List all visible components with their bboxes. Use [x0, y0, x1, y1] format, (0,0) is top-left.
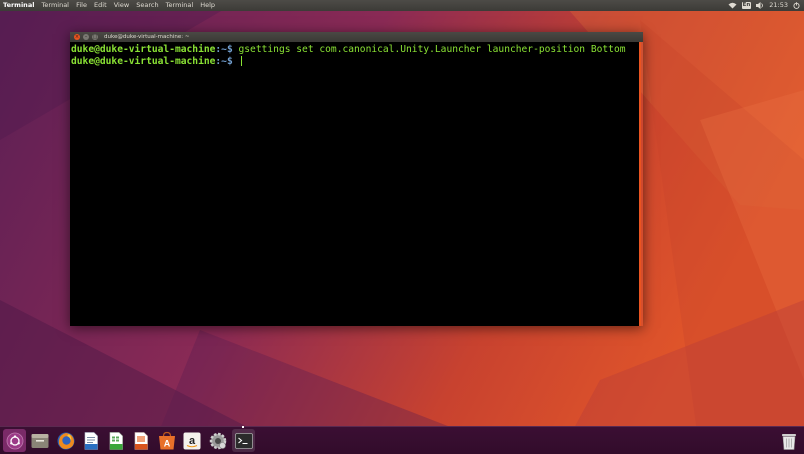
maximize-button[interactable]: □ — [92, 34, 98, 40]
menu-view[interactable]: View — [114, 1, 129, 9]
prompt-user-host: duke@duke-virtual-machine — [71, 56, 216, 67]
libreoffice-writer-icon — [84, 431, 98, 450]
keyboard-layout-indicator[interactable]: En — [741, 2, 752, 9]
menu-search[interactable]: Search — [136, 1, 158, 9]
maximize-icon: □ — [92, 34, 98, 40]
firefox-launcher[interactable] — [54, 429, 77, 452]
top-panel: Terminal Terminal File Edit View Search … — [0, 0, 804, 11]
terminal-line: duke@duke-virtual-machine:~$ gsettings s… — [71, 44, 639, 56]
settings-launcher[interactable] — [206, 429, 229, 452]
command-text — [233, 56, 239, 67]
firefox-icon — [57, 432, 74, 449]
terminal-icon — [234, 432, 253, 449]
menu-file[interactable]: File — [76, 1, 87, 9]
wifi-icon[interactable] — [728, 2, 737, 9]
terminal-window[interactable]: × – □ duke@duke-virtual-machine: ~ duke@… — [70, 32, 643, 326]
libreoffice-calc-icon — [109, 431, 123, 450]
dash-home-icon — [6, 432, 23, 449]
prompt-path: :~$ — [215, 44, 233, 55]
terminal-output[interactable]: duke@duke-virtual-machine:~$ gsettings s… — [70, 42, 641, 326]
launcher-bar: A a — [0, 426, 804, 454]
command-text: gsettings set com.canonical.Unity.Launch… — [232, 44, 626, 55]
text-cursor — [240, 56, 242, 66]
close-icon: × — [74, 34, 80, 40]
minimize-button[interactable]: – — [83, 34, 89, 40]
volume-icon[interactable] — [756, 2, 764, 9]
prompt-user-host: duke@duke-virtual-machine — [71, 44, 216, 55]
libreoffice-impress-icon — [134, 431, 148, 450]
menu-bar: Terminal Terminal File Edit View Search … — [3, 0, 220, 11]
writer-launcher[interactable] — [79, 429, 102, 452]
clock[interactable]: 21:53 — [769, 0, 788, 11]
files-icon — [31, 433, 48, 448]
menu-help[interactable]: Help — [200, 1, 215, 9]
active-app-name: Terminal — [3, 1, 35, 9]
terminal-line: duke@duke-virtual-machine:~$ — [71, 56, 639, 68]
menu-terminal-2[interactable]: Terminal — [166, 1, 193, 9]
calc-launcher[interactable] — [104, 429, 127, 452]
svg-text:A: A — [163, 438, 170, 448]
ubuntu-software-icon: A — [158, 431, 175, 449]
svg-text:a: a — [188, 435, 195, 447]
minimize-icon: – — [84, 34, 88, 40]
files-launcher[interactable] — [28, 429, 51, 452]
terminal-launcher[interactable] — [232, 426, 255, 452]
system-settings-icon — [209, 432, 226, 449]
amazon-icon: a — [183, 432, 200, 449]
impress-launcher[interactable] — [129, 429, 152, 452]
software-launcher[interactable]: A — [155, 429, 178, 452]
menu-terminal[interactable]: Terminal — [42, 1, 69, 9]
close-button[interactable]: × — [74, 34, 80, 40]
trash-icon — [781, 433, 796, 450]
trash-launcher[interactable] — [777, 429, 800, 452]
dash-home-button[interactable] — [3, 429, 26, 452]
amazon-launcher[interactable]: a — [180, 429, 203, 452]
window-titlebar[interactable]: × – □ duke@duke-virtual-machine: ~ — [70, 32, 643, 42]
window-title: duke@duke-virtual-machine: ~ — [104, 34, 190, 40]
menu-edit[interactable]: Edit — [94, 1, 107, 9]
prompt-path: :~$ — [215, 56, 233, 67]
power-icon[interactable] — [793, 2, 800, 9]
